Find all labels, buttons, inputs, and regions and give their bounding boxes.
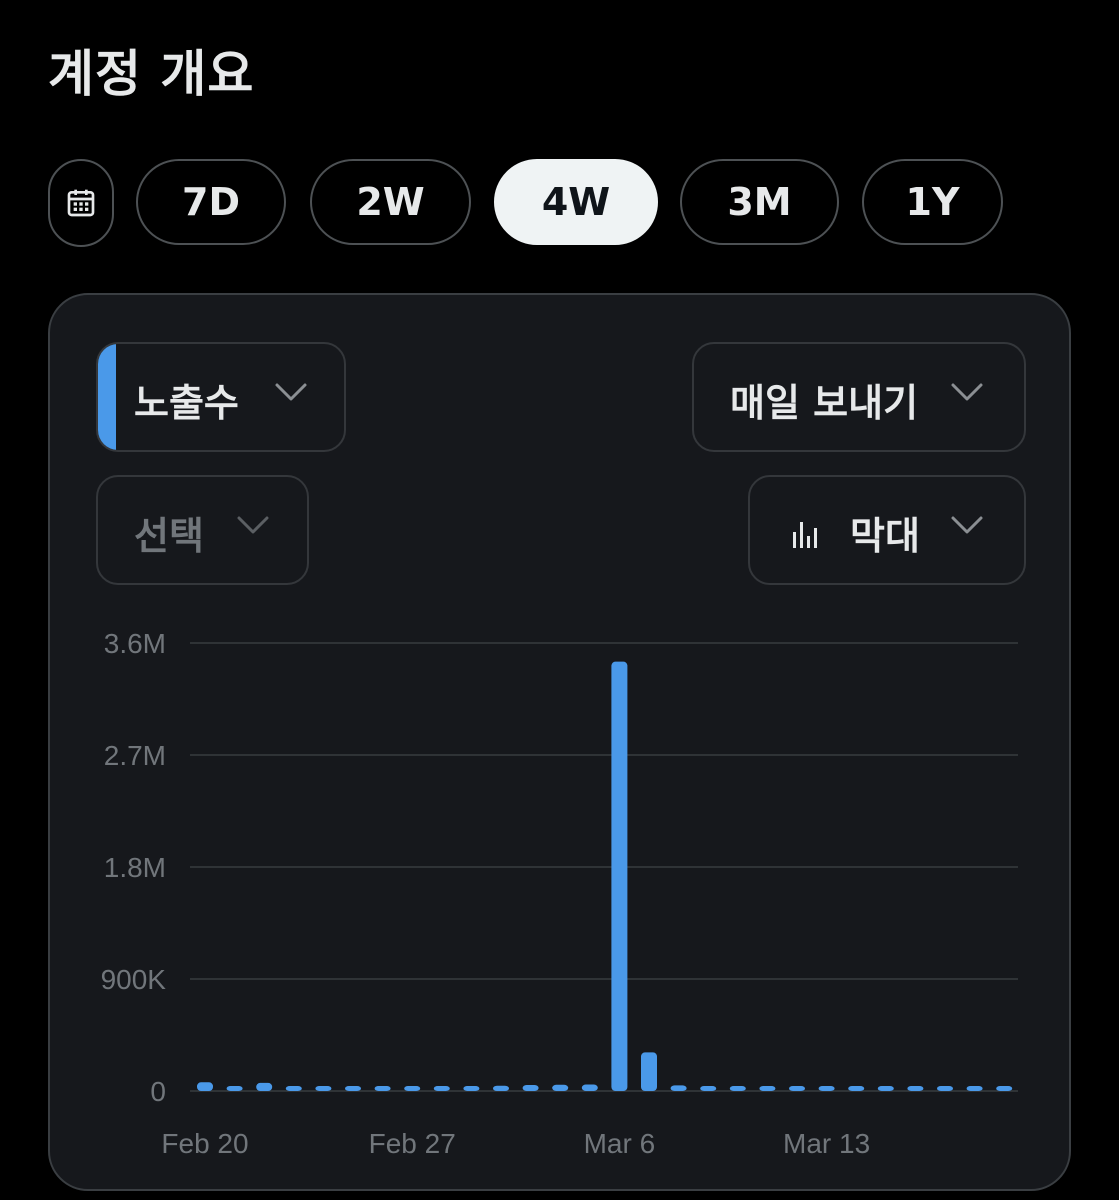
chart-bar[interactable]	[907, 1086, 924, 1091]
range-3m-button[interactable]: 3M	[680, 159, 839, 245]
chart-bar[interactable]	[611, 661, 628, 1091]
y-tick-label: 2.7M	[104, 740, 166, 771]
chart-bar[interactable]	[374, 1086, 391, 1091]
chart-bar[interactable]	[463, 1086, 480, 1091]
chart-bar[interactable]	[285, 1086, 302, 1091]
chart-bar[interactable]	[315, 1086, 332, 1091]
calendar-icon	[67, 189, 95, 217]
range-7d-button[interactable]: 7D	[136, 159, 286, 245]
chart-bar[interactable]	[759, 1086, 776, 1091]
y-tick-label: 3.6M	[104, 628, 166, 659]
y-tick-label: 900K	[101, 964, 167, 995]
chart-bar[interactable]	[522, 1085, 539, 1091]
account-overview-page: 계정 개요 7D 2W 4W 3M 1Y 노출수 매일 보내기 선택 막대 0 …	[0, 0, 1119, 1200]
chart-bar[interactable]	[581, 1084, 598, 1091]
chart-bar[interactable]	[848, 1086, 865, 1091]
chart-bar[interactable]	[966, 1086, 983, 1091]
page-title: 계정 개요	[48, 45, 255, 103]
chart-bar[interactable]	[996, 1086, 1013, 1091]
x-tick-label: Feb 27	[369, 1128, 456, 1159]
y-tick-label: 1.8M	[104, 852, 166, 883]
x-tick-label: Mar 6	[584, 1128, 656, 1159]
chart-bar[interactable]	[729, 1086, 746, 1091]
range-4w-button[interactable]: 4W	[494, 159, 658, 245]
chart-card: 노출수 매일 보내기 선택 막대 0 900K 1.8M 2.7M 3.6M F…	[48, 293, 1071, 1191]
chart-bar[interactable]	[433, 1086, 450, 1091]
chart-bar[interactable]	[789, 1086, 805, 1091]
range-1y-button[interactable]: 1Y	[862, 159, 1003, 245]
calendar-button[interactable]	[48, 159, 114, 247]
impressions-bar-chart: 0 900K 1.8M 2.7M 3.6M Feb 20 Feb 27 Mar 6 Mar 13	[101, 628, 1018, 1159]
chart-bar[interactable]	[404, 1086, 421, 1091]
chart-bar[interactable]	[641, 1052, 657, 1091]
x-tick-label: Feb 20	[161, 1128, 248, 1159]
chart-bar[interactable]	[670, 1085, 687, 1091]
y-tick-label: 0	[150, 1076, 166, 1107]
chart-bar[interactable]	[818, 1086, 835, 1091]
chart-bar[interactable]	[345, 1086, 361, 1091]
chart-bar[interactable]	[197, 1082, 213, 1091]
chart-bar[interactable]	[256, 1082, 273, 1091]
range-2w-button[interactable]: 2W	[310, 159, 471, 245]
chart-bar[interactable]	[493, 1085, 509, 1091]
chart-bar[interactable]	[877, 1086, 894, 1091]
chart-bar[interactable]	[937, 1086, 953, 1091]
chart-bar[interactable]	[552, 1084, 569, 1091]
chart-bar[interactable]	[226, 1086, 243, 1091]
chart-bar[interactable]	[700, 1086, 717, 1091]
date-range-selector: 7D 2W 4W 3M 1Y	[48, 159, 1048, 247]
x-tick-label: Mar 13	[783, 1128, 870, 1159]
